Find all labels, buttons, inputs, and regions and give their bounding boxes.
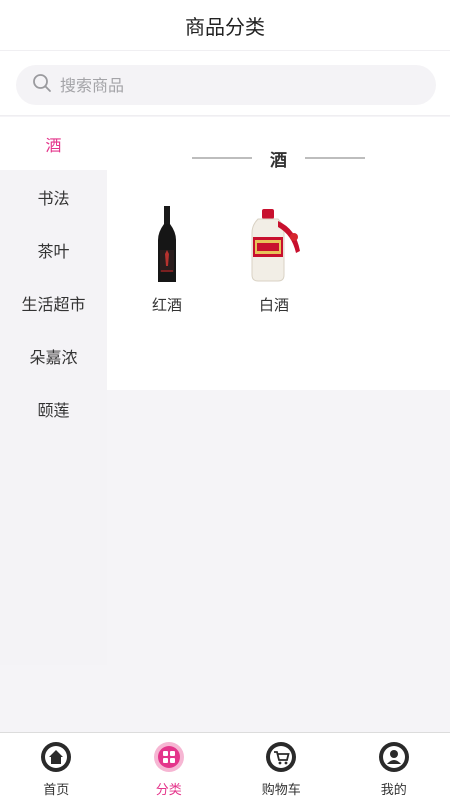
product-name: 红酒 — [151, 296, 182, 314]
sidebar-item-supermarket[interactable]: 生活超市 — [0, 276, 107, 329]
tab-category[interactable]: 分类 — [113, 733, 226, 800]
search-icon — [32, 73, 52, 97]
tab-cart[interactable]: 购物车 — [225, 733, 338, 800]
section-title: 酒 — [107, 145, 450, 171]
sidebar-item-calligraphy[interactable]: 书法 — [0, 170, 107, 223]
sidebar-item-wine[interactable]: 酒 — [0, 117, 107, 170]
sidebar-item-duojianong[interactable]: 朵嘉浓 — [0, 329, 107, 382]
baijiu-bottle-icon — [239, 205, 309, 284]
cart-icon — [265, 741, 297, 773]
tab-profile[interactable]: 我的 — [338, 733, 450, 800]
tab-label: 购物车 — [261, 783, 301, 798]
sidebar-item-tea[interactable]: 茶叶 — [0, 223, 107, 276]
sidebar-item-label: 生活超市 — [21, 294, 86, 314]
category-icon — [153, 741, 185, 773]
sidebar-item-label: 酒 — [45, 135, 62, 155]
page-title: 商品分类 — [185, 14, 265, 39]
product-name: 白酒 — [258, 296, 289, 314]
tab-label: 分类 — [155, 783, 182, 798]
search-box[interactable] — [16, 65, 436, 105]
search-input[interactable] — [60, 75, 400, 95]
title-divider-left — [192, 157, 252, 159]
tab-label: 首页 — [43, 783, 70, 798]
product-item-red-wine[interactable]: 红酒 — [127, 205, 207, 315]
profile-icon — [378, 741, 410, 773]
title-divider-right — [305, 157, 365, 159]
search-bar — [0, 50, 450, 116]
category-sidebar: 酒 书法 茶叶 生活超市 朵嘉浓 颐莲 — [0, 117, 107, 665]
product-item-baijiu[interactable]: 白酒 — [234, 205, 314, 315]
section-title-text: 酒 — [270, 150, 287, 171]
red-wine-bottle-icon — [132, 205, 202, 284]
top-header: 商品分类 — [0, 0, 450, 50]
sidebar-item-label: 书法 — [37, 188, 70, 208]
category-content: 酒 红酒 白酒 — [107, 117, 450, 390]
bottom-tab-bar: 首页 分类 购物车 我的 — [0, 732, 450, 800]
tab-label: 我的 — [380, 783, 407, 798]
sidebar-item-label: 朵嘉浓 — [29, 347, 78, 367]
tab-home[interactable]: 首页 — [0, 733, 113, 800]
home-icon — [40, 741, 72, 773]
sidebar-item-label: 颐莲 — [37, 400, 70, 420]
sidebar-item-label: 茶叶 — [37, 241, 70, 261]
sidebar-item-yilian[interactable]: 颐莲 — [0, 382, 107, 435]
